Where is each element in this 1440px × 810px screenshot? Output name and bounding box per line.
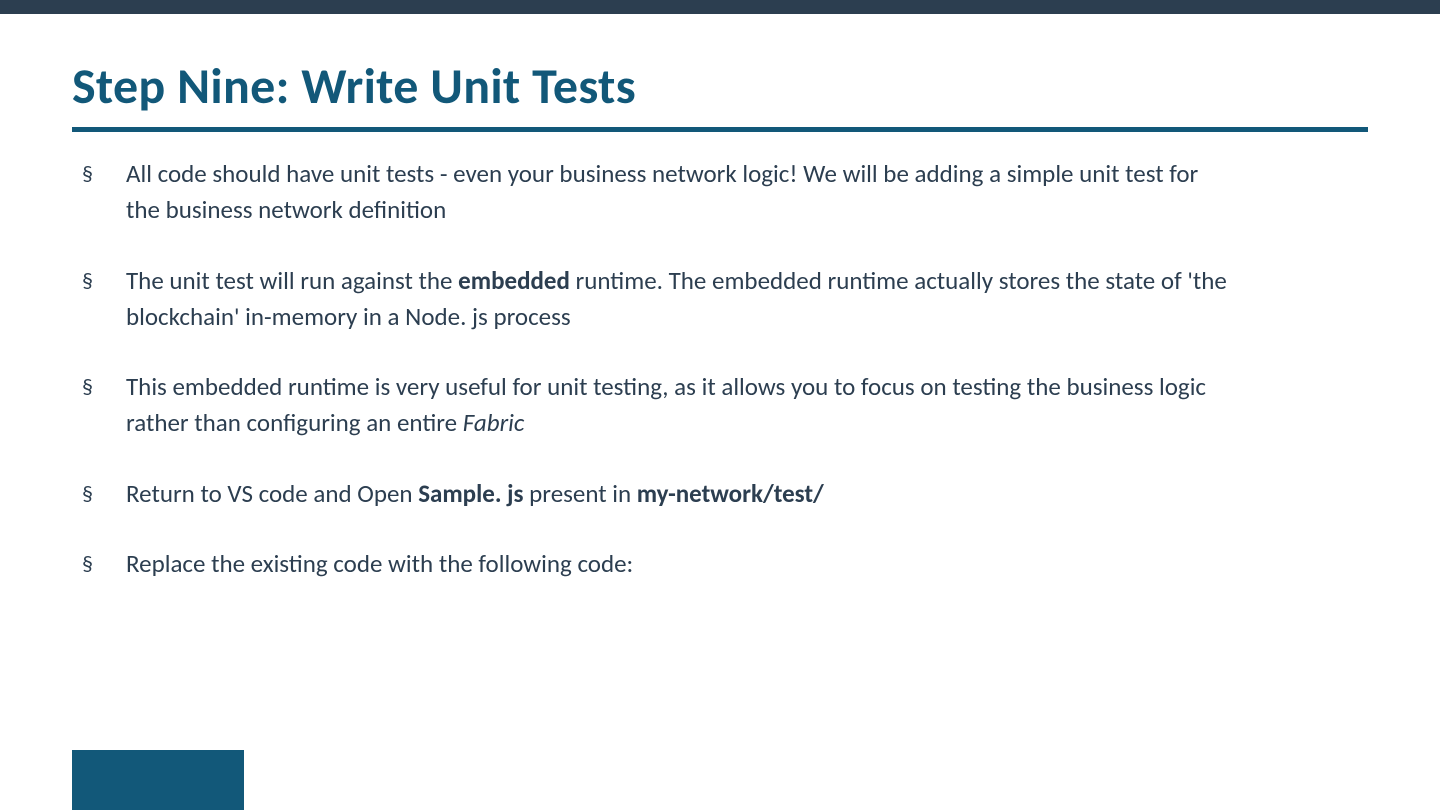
list-item: Return to VS code and Open Sample. js pr… [72, 476, 1368, 512]
list-item-italic: Fabric [463, 407, 525, 438]
list-item-text: runtime. The embedded runtime actually s… [570, 265, 1227, 296]
list-item: This embedded runtime is very useful for… [72, 369, 1368, 442]
bullet-list: All code should have unit tests - even y… [72, 156, 1368, 582]
slide-content: Step Nine: Write Unit Tests All code sho… [0, 14, 1440, 616]
list-item-text: The unit test will run against the [126, 265, 458, 296]
list-item-bold: Sample. js [418, 478, 523, 509]
list-item-text: All code should have unit tests - even y… [126, 158, 1198, 189]
list-item: The unit test will run against the embed… [72, 263, 1368, 336]
list-item-text: the business network definition [126, 192, 1368, 228]
list-item-bold: my-network/test/ [637, 478, 824, 509]
list-item-text: blockchain' in-memory in a Node. js proc… [126, 299, 1368, 335]
list-item: All code should have unit tests - even y… [72, 156, 1368, 229]
slide: Step Nine: Write Unit Tests All code sho… [0, 0, 1440, 810]
title-underline [72, 127, 1368, 132]
list-item-bold: embedded [458, 265, 570, 296]
list-item-text: Replace the existing code with the follo… [126, 548, 633, 579]
list-item-text: Return to VS code and Open [126, 478, 418, 509]
list-item-text: present in [524, 478, 637, 509]
slide-title: Step Nine: Write Unit Tests [72, 56, 1368, 117]
list-item-text: This embedded runtime is very useful for… [126, 371, 1206, 402]
list-item: Replace the existing code with the follo… [72, 546, 1368, 582]
list-item-text: rather than configuring an entire [126, 407, 463, 438]
footer-accent-block [72, 750, 244, 810]
